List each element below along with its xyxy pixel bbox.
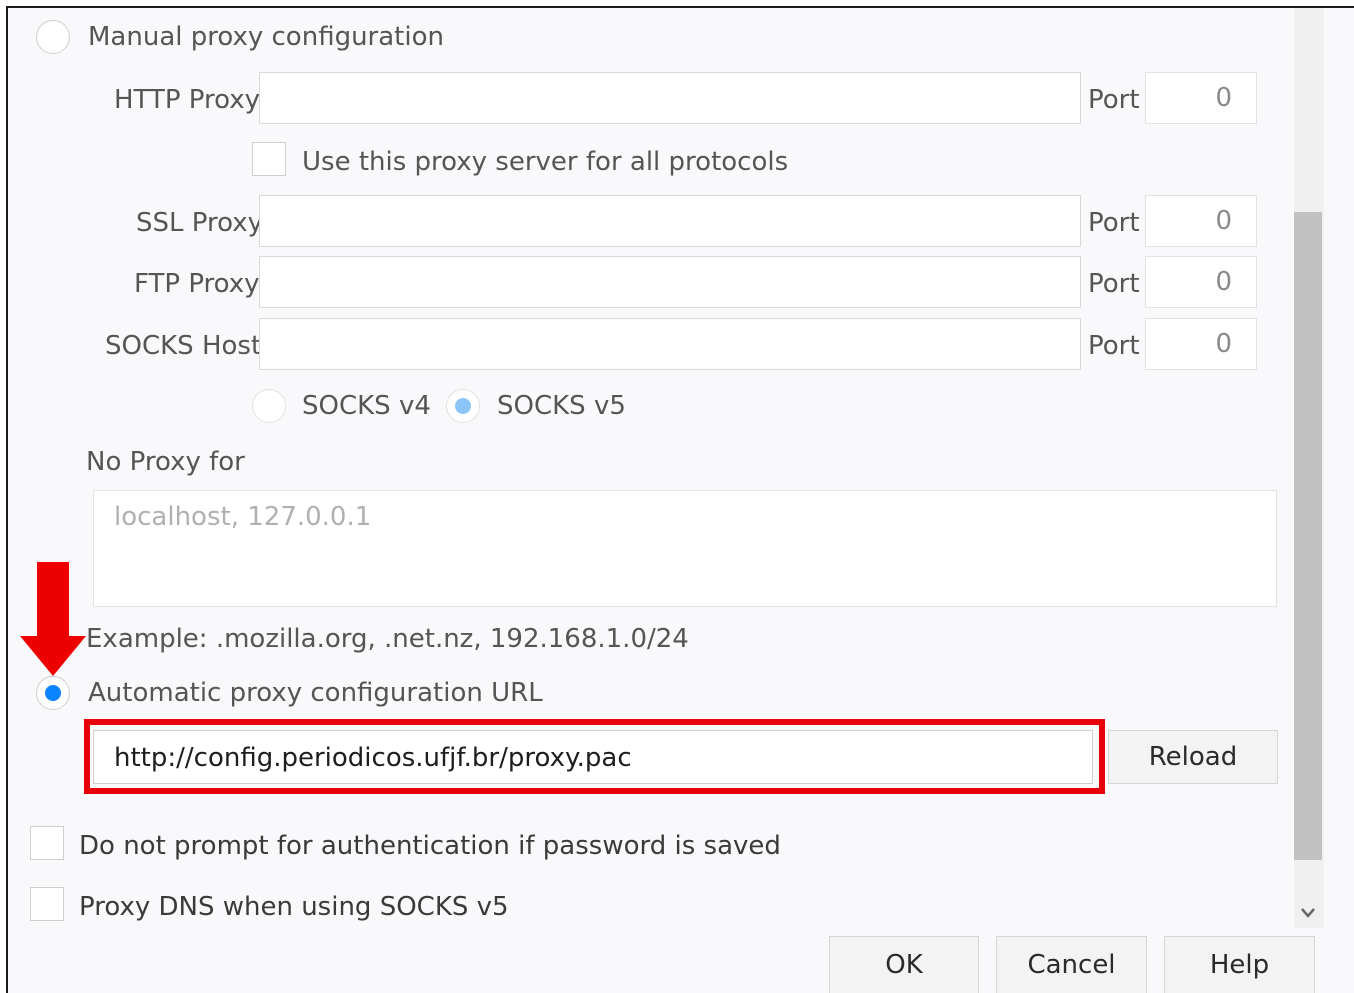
no-proxy-label: No Proxy for (86, 447, 245, 477)
socks-host-label: SOCKS Host (105, 331, 262, 361)
cancel-button[interactable]: Cancel (996, 936, 1147, 993)
ssl-port-label: Port (1088, 208, 1140, 238)
socks-port-input[interactable]: 0 (1145, 318, 1257, 370)
auto-proxy-label: Automatic proxy configuration URL (88, 678, 543, 708)
no-auth-prompt-checkbox[interactable] (30, 826, 64, 860)
socks-port-label: Port (1088, 331, 1140, 361)
reload-button[interactable]: Reload (1108, 730, 1278, 784)
socks-v4-radio[interactable] (252, 389, 286, 423)
red-arrow-icon (20, 562, 86, 676)
ftp-proxy-input[interactable] (259, 256, 1081, 308)
ftp-proxy-label: FTP Proxy (134, 269, 260, 299)
no-auth-prompt-label: Do not prompt for authentication if pass… (79, 831, 781, 861)
ok-button[interactable]: OK (829, 936, 979, 993)
ftp-port-label: Port (1088, 269, 1140, 299)
auto-proxy-radio[interactable] (36, 676, 70, 710)
no-proxy-example: Example: .mozilla.org, .net.nz, 192.168.… (86, 624, 689, 654)
ssl-proxy-input[interactable] (259, 195, 1081, 247)
proxy-dns-checkbox[interactable] (30, 887, 64, 921)
manual-proxy-label: Manual proxy configuration (88, 22, 444, 52)
manual-proxy-radio[interactable] (36, 20, 70, 54)
no-proxy-placeholder: localhost, 127.0.0.1 (114, 502, 372, 532)
ftp-port-input[interactable]: 0 (1145, 256, 1257, 308)
proxy-dns-label: Proxy DNS when using SOCKS v5 (79, 892, 509, 922)
http-port-label: Port (1088, 85, 1140, 115)
http-proxy-input[interactable] (259, 72, 1081, 124)
http-port-input[interactable]: 0 (1145, 72, 1257, 124)
auto-proxy-url-input[interactable]: http://config.periodicos.ufjf.br/proxy.p… (93, 730, 1093, 784)
use-all-protocols-checkbox[interactable] (252, 142, 286, 176)
help-button[interactable]: Help (1164, 936, 1315, 993)
scrollbar-thumb[interactable] (1294, 212, 1322, 860)
socks-v5-radio[interactable] (446, 389, 480, 423)
auto-proxy-url-value: http://config.periodicos.ufjf.br/proxy.p… (114, 743, 632, 773)
ssl-proxy-label: SSL Proxy (136, 208, 263, 238)
socks-v5-label: SOCKS v5 (497, 391, 626, 421)
scroll-down-icon[interactable] (1300, 906, 1316, 920)
no-proxy-textarea[interactable]: localhost, 127.0.0.1 (93, 490, 1277, 607)
socks-host-input[interactable] (259, 318, 1081, 370)
http-proxy-label: HTTP Proxy (114, 85, 261, 115)
use-all-protocols-label: Use this proxy server for all protocols (302, 147, 789, 177)
ssl-port-input[interactable]: 0 (1145, 195, 1257, 247)
socks-v4-label: SOCKS v4 (302, 391, 431, 421)
